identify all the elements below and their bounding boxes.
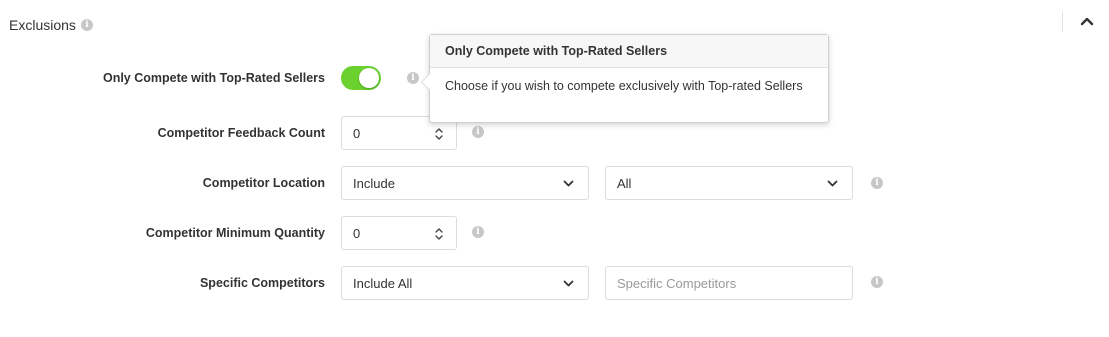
info-icon[interactable]: i — [871, 177, 883, 189]
specific-competitors-label: Specific Competitors — [199, 276, 325, 290]
section-title: Exclusions — [9, 17, 76, 33]
location-mode-value: Include — [353, 176, 395, 191]
header-divider — [1062, 12, 1063, 32]
feedback-count-value: 0 — [353, 126, 361, 141]
tooltip: Only Compete with Top-Rated Sellers Choo… — [421, 34, 829, 123]
collapse-button[interactable] — [1078, 13, 1096, 31]
min-quantity-value: 0 — [353, 226, 361, 241]
specific-competitors-input[interactable] — [605, 266, 853, 300]
info-icon[interactable]: i — [81, 19, 93, 31]
location-region-select[interactable]: All — [605, 166, 853, 200]
info-icon[interactable]: i — [407, 72, 419, 84]
specific-competitors-mode-select[interactable]: Include All — [341, 266, 589, 300]
location-label: Competitor Location — [202, 176, 325, 190]
chevron-up-icon — [1080, 17, 1094, 26]
min-quantity-input[interactable]: 0 — [341, 216, 457, 250]
chevron-down-icon — [563, 180, 574, 187]
info-icon[interactable]: i — [871, 276, 883, 288]
specific-competitors-mode-value: Include All — [353, 276, 413, 291]
chevron-down-icon — [563, 280, 574, 287]
chevron-down-icon — [827, 180, 838, 187]
tooltip-arrow-inner — [422, 74, 430, 90]
min-quantity-label: Competitor Minimum Quantity — [145, 226, 325, 240]
toggle-knob — [359, 68, 379, 88]
feedback-count-label: Competitor Feedback Count — [157, 126, 325, 140]
info-icon[interactable]: i — [472, 226, 484, 238]
location-mode-select[interactable]: Include — [341, 166, 589, 200]
tooltip-body: Choose if you wish to compete exclusivel… — [445, 79, 803, 93]
location-region-value: All — [617, 176, 632, 191]
stepper-icon[interactable] — [434, 226, 444, 242]
top-rated-label: Only Compete with Top-Rated Sellers — [102, 71, 325, 85]
info-icon[interactable]: i — [472, 126, 484, 138]
stepper-icon[interactable] — [434, 126, 444, 142]
top-rated-toggle[interactable] — [341, 66, 381, 90]
tooltip-title: Only Compete with Top-Rated Sellers — [430, 35, 828, 68]
